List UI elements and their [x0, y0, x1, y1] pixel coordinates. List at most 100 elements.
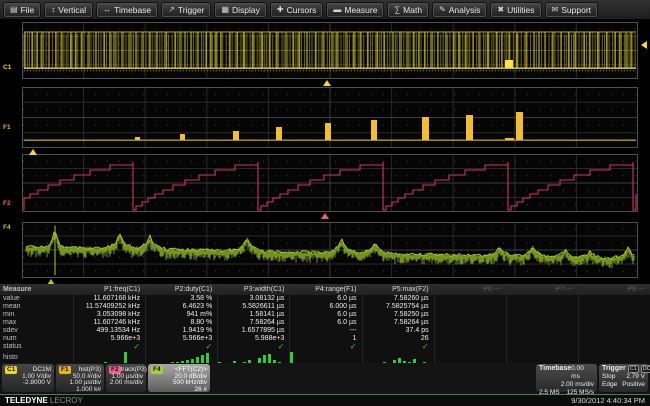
graticule-f4[interactable] — [22, 222, 638, 278]
measure-cell-num-p7 — [506, 335, 578, 343]
descriptor-line: 2.00 ms/div — [109, 380, 143, 386]
measure-cell-num-p4: 1 — [289, 335, 361, 343]
datetime: 9/30/2012 4:40:34 PM — [571, 396, 645, 405]
trigger-position-marker[interactable] — [323, 80, 331, 86]
measure-cell-value-p8 — [578, 295, 650, 303]
measure-cell-max-p6 — [434, 319, 506, 327]
channel-chip-c1: C1 — [5, 366, 17, 374]
measure-cell-max-p7 — [506, 319, 578, 327]
menu-utilities-button[interactable]: ✖Utilities — [490, 2, 541, 18]
measure-cell-min-p1: 3.053098 kHz — [73, 311, 145, 319]
measure-col-header-p6[interactable]: P6:--- — [434, 285, 506, 295]
menu-math-button[interactable]: ∑Math — [387, 2, 429, 18]
measure-cell-num-p2: 5.966e+3 — [145, 335, 217, 343]
graticule-f1[interactable] — [22, 87, 638, 148]
measure-table-title: Measure — [0, 285, 73, 295]
measure-cell-value-p4: 6.0 µs — [289, 295, 361, 303]
measure-col-header-p5[interactable]: P5:max(F2) — [362, 285, 434, 295]
menu-label: Utilities — [507, 5, 534, 15]
trigger-mode: Stop — [602, 373, 615, 381]
measure-cell-min-p3: 1.58141 µs — [217, 311, 289, 319]
trigger-box[interactable]: TriggerC1DC Stop2.79 V EdgePositive — [599, 364, 648, 392]
pencil-icon: ✎ — [439, 6, 446, 14]
file-icon: ▤ — [10, 6, 18, 14]
measure-col-header-p7[interactable]: P7:--- — [506, 285, 578, 295]
math-icon: ∑ — [394, 6, 400, 14]
timebase-scale: 2.00 ms/div — [561, 381, 594, 389]
display-icon: ▦ — [221, 6, 229, 14]
measure-cell-sdev-p4: --- — [289, 327, 361, 335]
measure-cell-value-p2: 3.58 % — [145, 295, 217, 303]
descriptor-title: hist(P3) — [79, 366, 101, 373]
menu-vertical-button[interactable]: ↕Vertical — [44, 2, 93, 18]
channel-label-f1: F1 — [3, 124, 11, 131]
measure-cell-mean-p2: 6.4623 % — [145, 303, 217, 311]
measure-cell-max-p1: 11.607246 kHz — [73, 319, 145, 327]
descriptor-box-c1[interactable]: C1DC1M1.00 V/div-2.8000 V — [2, 364, 54, 392]
descriptor-bar: Timebase0.00 ms 2.00 ms/div 2.5 MS125 MS… — [0, 363, 650, 394]
measure-table: MeasureP1:freq(C1)P2:duty(C1)P3:width(C1… — [0, 284, 650, 364]
trigger-type: Edge — [602, 381, 617, 389]
measure-cell-mean-p8 — [578, 303, 650, 311]
menu-timebase-button[interactable]: ↔Timebase — [96, 2, 158, 18]
measure-cell-num-p6 — [434, 335, 506, 343]
channel-label-f2: F2 — [3, 200, 11, 207]
measure-col-header-p2[interactable]: P2:duty(C1) — [145, 285, 217, 295]
measure-cell-min-p8 — [578, 311, 650, 319]
support-icon: ✉ — [552, 6, 559, 14]
timebase-box[interactable]: Timebase0.00 ms 2.00 ms/div 2.5 MS125 MS… — [536, 364, 597, 392]
trigger-slope: Positive — [622, 381, 645, 389]
menu-label: Timebase — [114, 5, 151, 15]
cursor-cross-icon: ✚ — [277, 6, 284, 14]
horizontal-arrows-icon: ↔ — [103, 6, 111, 14]
menu-file-button[interactable]: ▤File — [3, 2, 41, 18]
menu-bar: ▤File↕Vertical↔Timebase↗Trigger▦Display✚… — [0, 0, 650, 20]
measure-cell-sdev-p3: 1.6577895 µs — [217, 327, 289, 335]
measure-cell-sdev-p8 — [578, 327, 650, 335]
timebase-offset: 0.00 ms — [571, 365, 594, 381]
measure-cell-value-p1: 11.607168 kHz — [73, 295, 145, 303]
menu-label: File — [21, 5, 35, 15]
channel-chip-f1: F1 — [59, 366, 71, 374]
descriptor-box-f2[interactable]: F2track(P3)1.00 µs/div2.00 ms/div — [106, 364, 146, 392]
measure-cell-min-p7 — [506, 311, 578, 319]
graticule-f2[interactable] — [22, 154, 638, 212]
status-check-p1: ✓ — [73, 343, 145, 351]
timebase-label: Timebase — [539, 365, 571, 381]
measure-cell-mean-p6 — [434, 303, 506, 311]
trigger-level: 2.79 V — [626, 373, 645, 381]
channel-label-c1: C1 — [3, 64, 11, 71]
measure-cell-min-p2: 941 m% — [145, 311, 217, 319]
measure-col-header-p3[interactable]: P3:width(C1) — [217, 285, 289, 295]
menu-trigger-button[interactable]: ↗Trigger — [161, 2, 211, 18]
measure-cell-num-p8 — [578, 335, 650, 343]
descriptor-box-f4[interactable]: F4<FFT(C2)>20.0 dB/div500 kHz/div26 # — [148, 364, 210, 392]
brand-logo: TELEDYNE LECROY — [5, 396, 83, 405]
channel-chip-f4: F4 — [151, 366, 163, 374]
menu-display-button[interactable]: ▦Display — [214, 2, 266, 18]
vertical-arrows-icon: ↕ — [51, 6, 55, 14]
f1-position-marker[interactable] — [29, 149, 37, 155]
measure-cell-num-p3: 5.988e+3 — [217, 335, 289, 343]
menu-analysis-button[interactable]: ✎Analysis — [432, 2, 487, 18]
menu-label: Display — [232, 5, 260, 15]
measure-col-header-p4[interactable]: P4:range(F1) — [289, 285, 361, 295]
measure-col-header-p1[interactable]: P1:freq(C1) — [73, 285, 145, 295]
menu-support-button[interactable]: ✉Support — [545, 2, 598, 18]
graticule-c1[interactable] — [22, 22, 638, 79]
status-check-p2: ✓ — [145, 343, 217, 351]
trigger-source-chip: C1 — [628, 365, 639, 373]
trigger-level-marker[interactable] — [641, 41, 647, 49]
measure-col-header-p8[interactable]: P8:--- — [578, 285, 650, 295]
trigger-coupling-chip: DC — [641, 365, 650, 373]
measure-cell-num-p5: 26 — [362, 335, 434, 343]
measure-cell-value-p7 — [506, 295, 578, 303]
f2-position-marker[interactable] — [321, 213, 329, 219]
menu-label: Support — [561, 5, 591, 15]
menu-measure-button[interactable]: ▬Measure — [326, 2, 384, 18]
measure-cell-mean-p7 — [506, 303, 578, 311]
menu-cursors-button[interactable]: ✚Cursors — [270, 2, 323, 18]
status-check-p6 — [434, 343, 506, 351]
descriptor-box-f1[interactable]: F1hist(P3)50.0 #/div1.00 µs/div1.000 k# — [56, 364, 104, 392]
measure-cell-max-p8 — [578, 319, 650, 327]
